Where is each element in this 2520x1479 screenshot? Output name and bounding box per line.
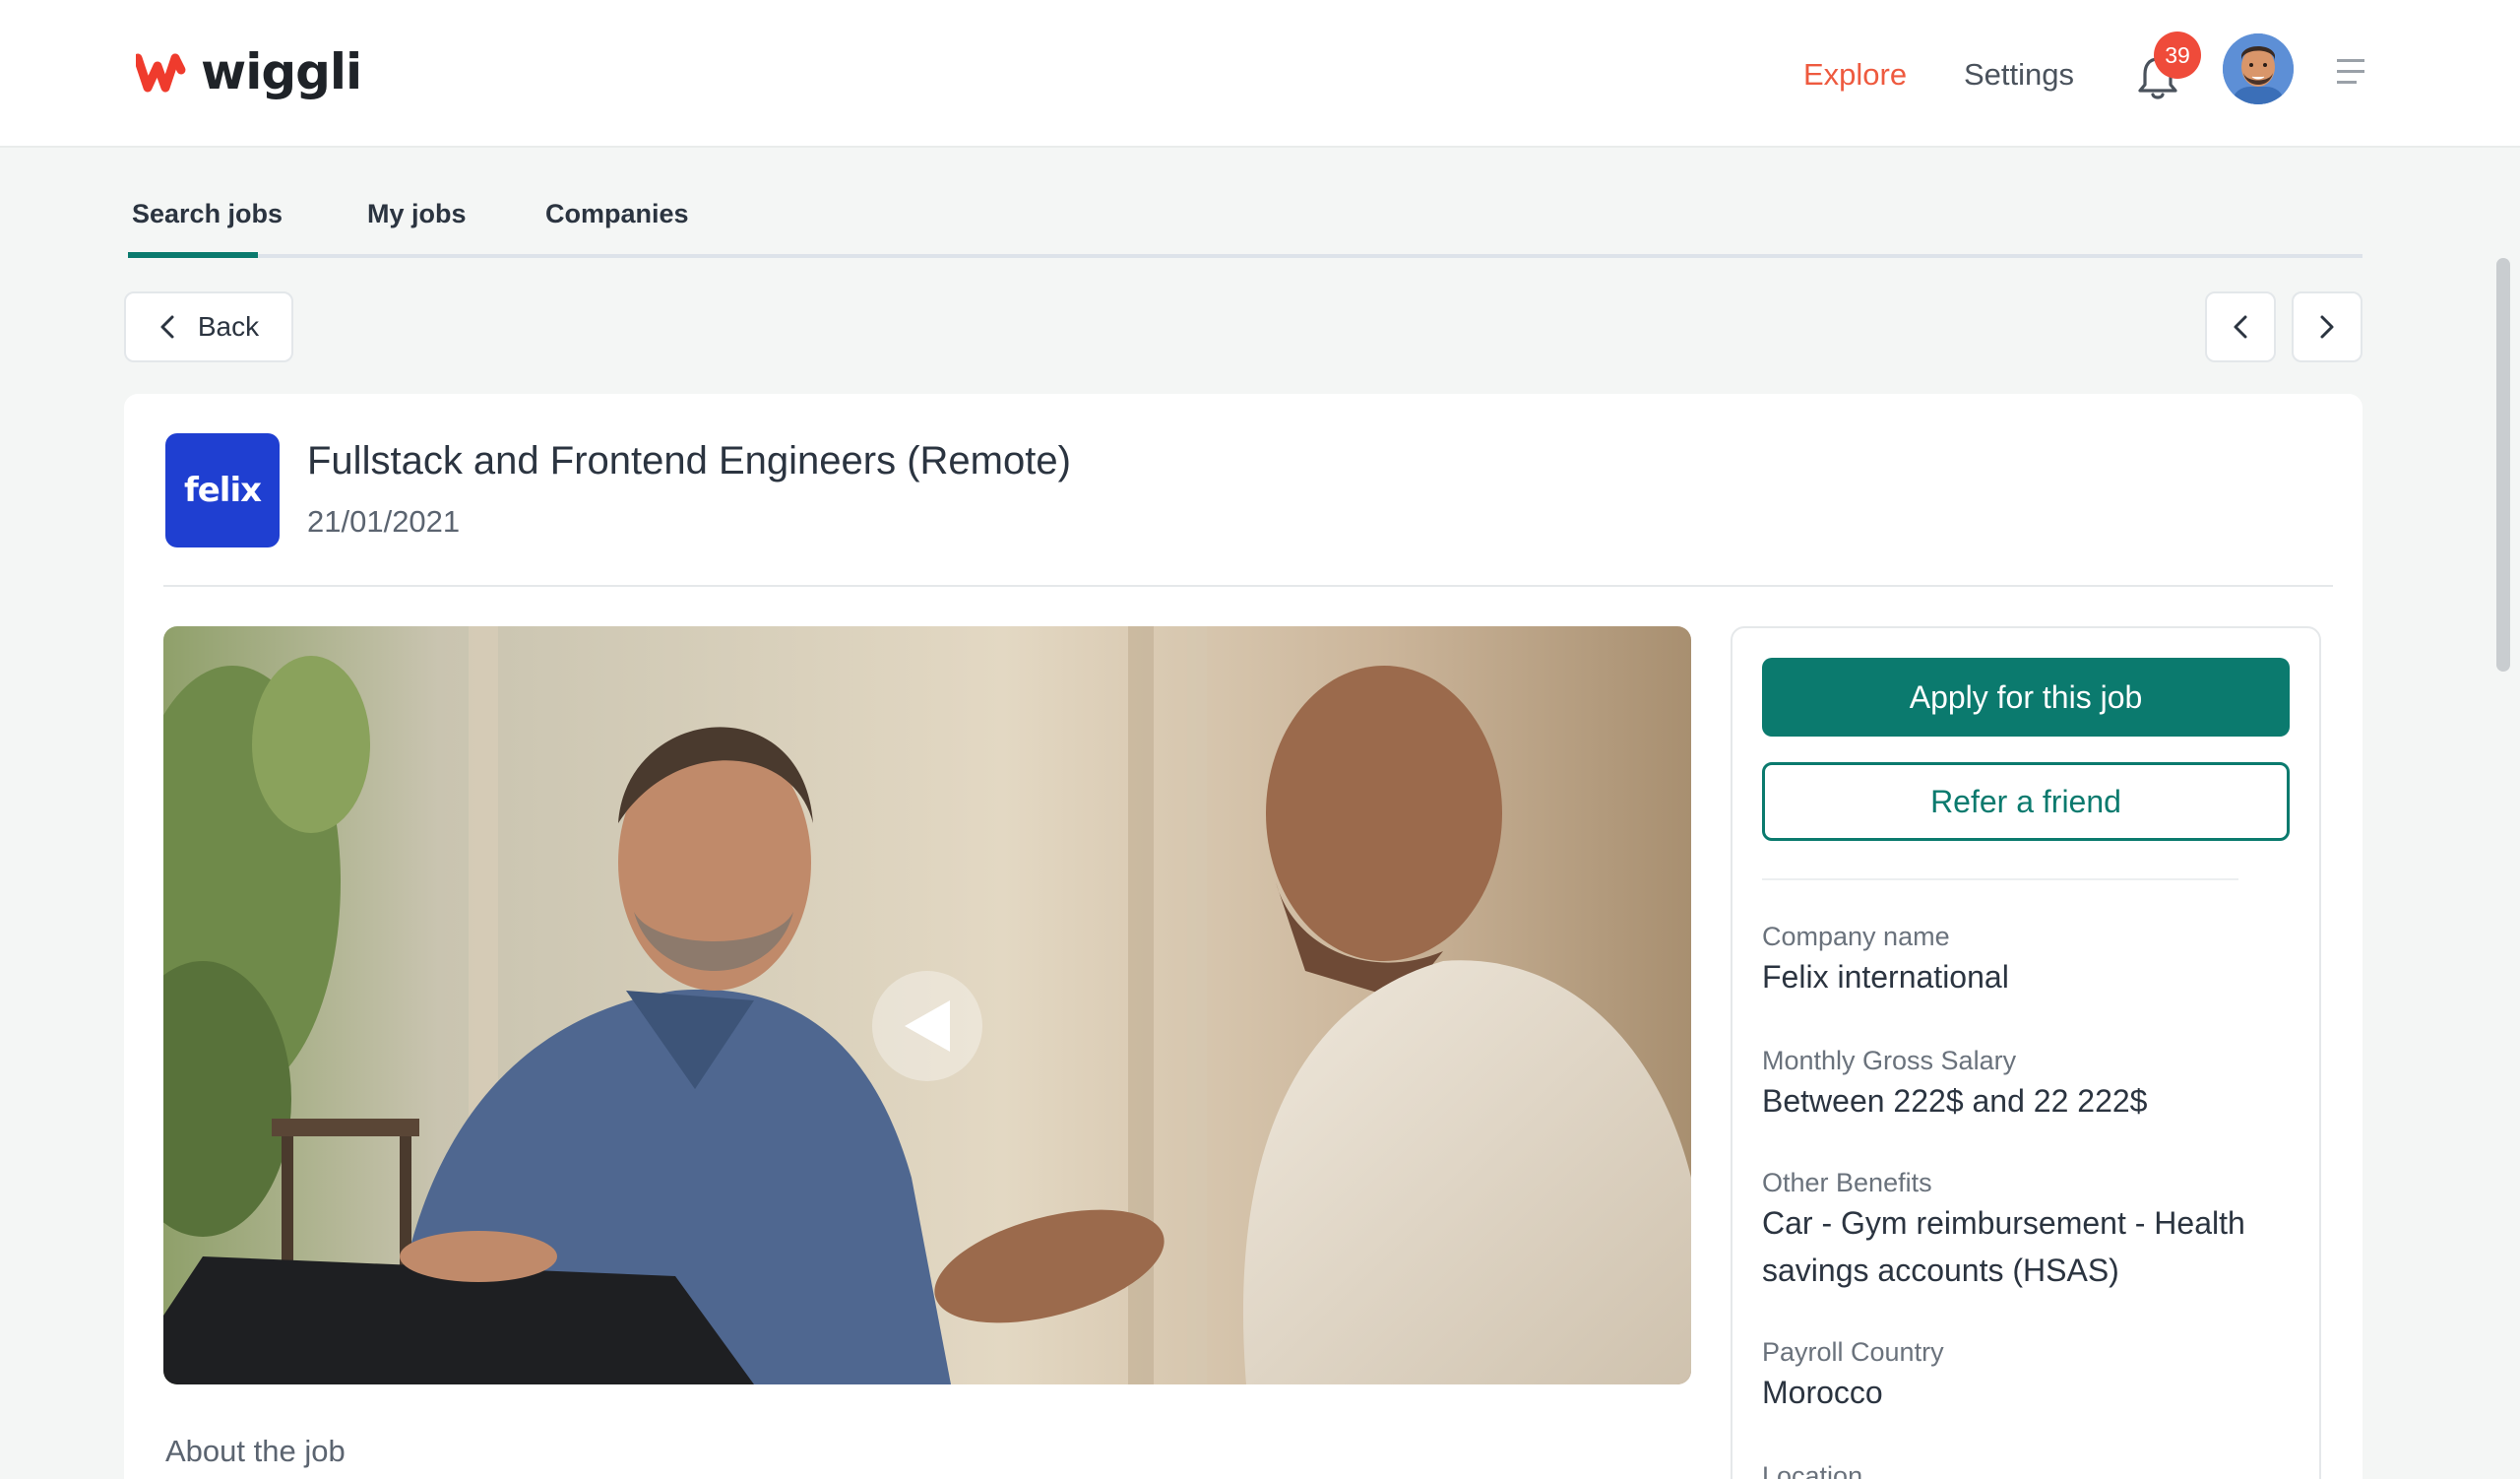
job-summary-panel: Apply for this job Refer a friend Compan…: [1731, 626, 2321, 1479]
job-date: 21/01/2021: [307, 504, 461, 539]
benefits-label: Other Benefits: [1762, 1168, 1932, 1197]
salary-label: Monthly Gross Salary: [1762, 1046, 2017, 1075]
wiggli-logo-icon: [136, 53, 186, 93]
company-name-label: Company name: [1762, 922, 1950, 951]
panel-divider: [1762, 878, 2238, 880]
top-navigation-bar: wiggli Explore Settings 39: [0, 0, 2520, 148]
job-title: Fullstack and Frontend Engineers (Remote…: [307, 439, 1071, 482]
tab-companies[interactable]: Companies: [545, 199, 689, 229]
chevron-right-icon: [2320, 315, 2334, 339]
page-scrollbar[interactable]: [2496, 258, 2510, 672]
avatar[interactable]: [2223, 33, 2294, 104]
play-button[interactable]: [872, 971, 982, 1081]
apply-button[interactable]: Apply for this job: [1762, 658, 2290, 737]
avatar-icon: [2223, 33, 2294, 104]
nav-settings[interactable]: Settings: [1964, 57, 2074, 93]
back-label: Back: [197, 311, 260, 342]
wiggli-logo[interactable]: wiggli: [136, 43, 362, 100]
chevron-left-icon: [2234, 315, 2247, 339]
notification-badge: 39: [2154, 32, 2201, 79]
active-tab-indicator: [128, 252, 258, 258]
about-job-heading: About the job: [165, 1434, 346, 1468]
header-divider: [163, 585, 2333, 587]
refer-friend-button[interactable]: Refer a friend: [1762, 762, 2290, 841]
logo-text: wiggli: [201, 43, 362, 100]
tab-my-jobs[interactable]: My jobs: [367, 199, 467, 229]
play-icon: [905, 1000, 950, 1052]
company-logo: felix: [165, 433, 280, 547]
job-detail-card: felix Fullstack and Frontend Engineers (…: [124, 394, 2362, 1479]
chevron-left-icon: [160, 315, 174, 339]
benefits-value: Car - Gym reimbursement - Health savings…: [1762, 1205, 2245, 1288]
job-video[interactable]: [163, 626, 1691, 1384]
menu-icon[interactable]: [2335, 57, 2366, 87]
location-label: Location: [1762, 1461, 1863, 1479]
payroll-country-label: Payroll Country: [1762, 1337, 1944, 1367]
nav-explore[interactable]: Explore: [1803, 57, 1907, 93]
job-tabs: Search jobs My jobs Companies: [128, 195, 2362, 258]
next-job-button[interactable]: [2292, 291, 2362, 362]
tab-search-jobs[interactable]: Search jobs: [132, 199, 283, 229]
payroll-country-value: Morocco: [1762, 1375, 1883, 1410]
previous-job-button[interactable]: [2205, 291, 2276, 362]
salary-value: Between 222$ and 22 222$: [1762, 1083, 2148, 1119]
company-name-value: Felix international: [1762, 959, 2009, 995]
back-button[interactable]: Back: [124, 291, 293, 362]
